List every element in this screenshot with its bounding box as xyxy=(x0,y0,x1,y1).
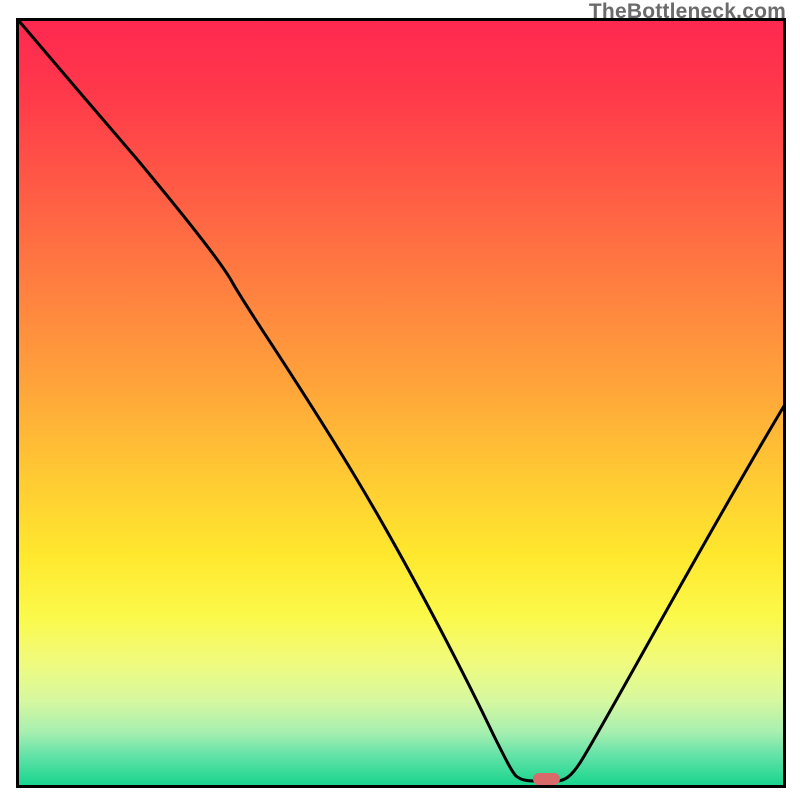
chart-curve-layer xyxy=(16,18,786,788)
chart-frame xyxy=(16,18,786,788)
optimal-marker xyxy=(533,773,560,785)
watermark-text: TheBottleneck.com xyxy=(589,0,786,24)
bottleneck-curve xyxy=(19,21,784,781)
